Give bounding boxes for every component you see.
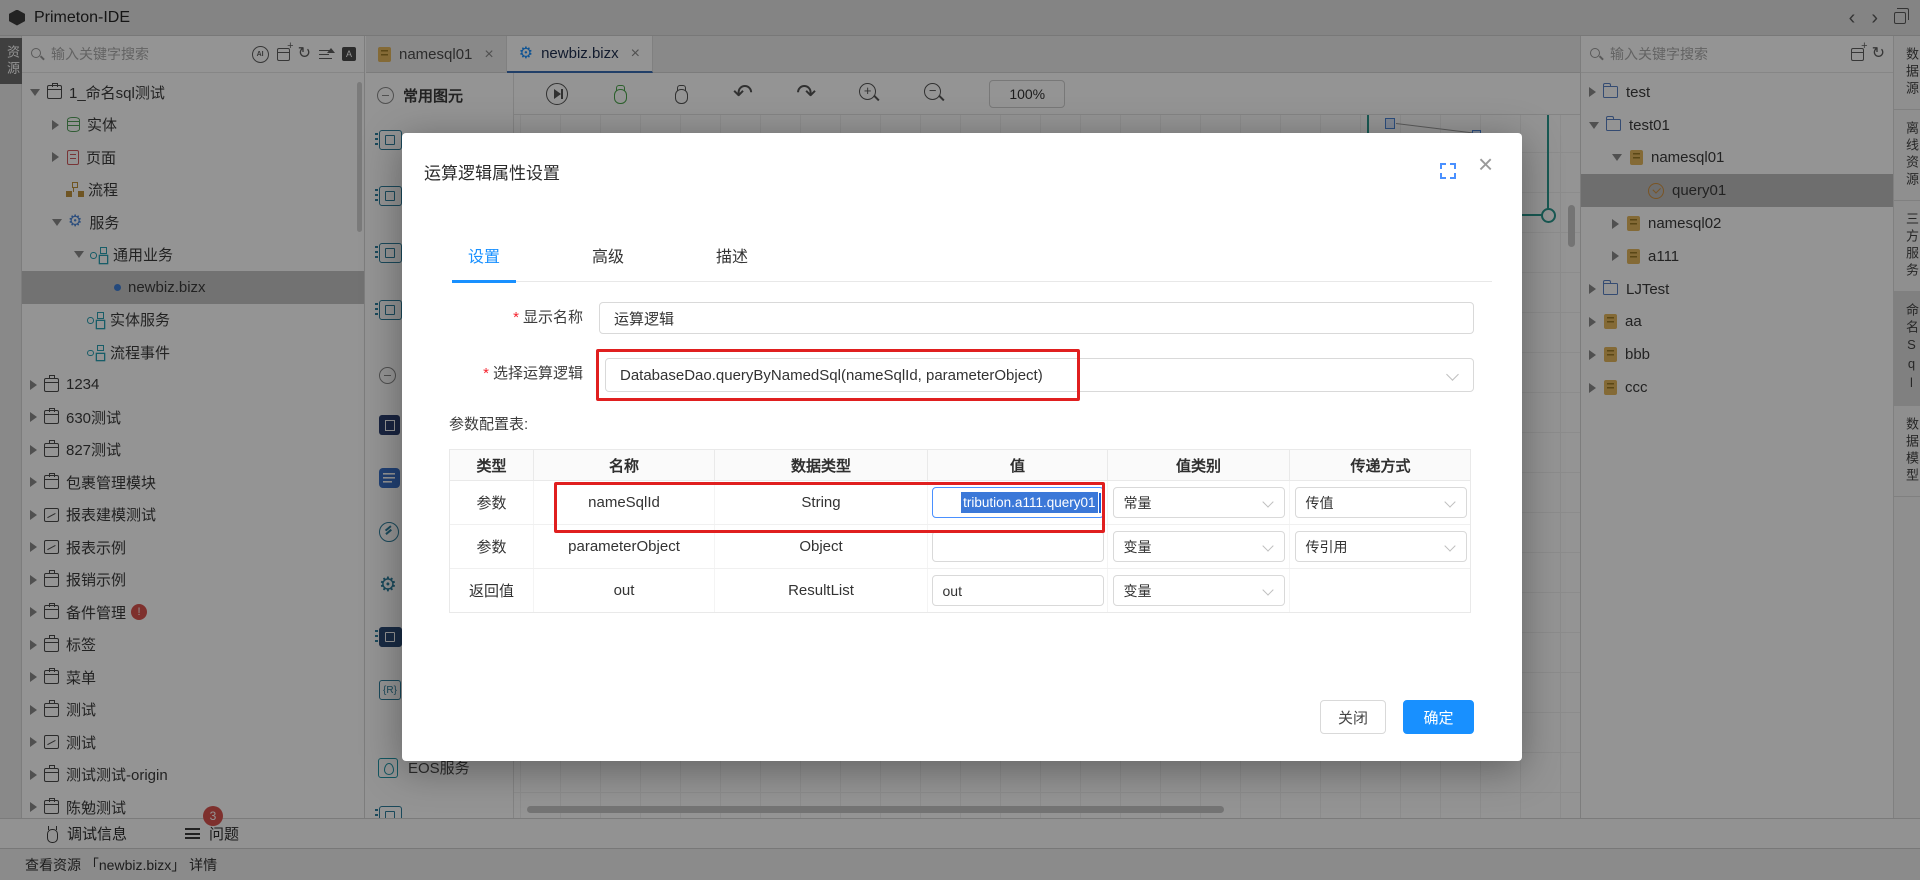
category-select[interactable]: 变量 [1113,531,1285,562]
param-table-header: 类型名称数据类型值值类别传递方式 [450,450,1470,481]
param-pass-cell: 传引用 [1290,525,1471,568]
tab-settings[interactable]: 设置 [452,243,516,281]
category-select[interactable]: 常量 [1113,487,1285,518]
dialog-expand-icon[interactable] [1440,163,1456,179]
app-window: Primeton-IDE ‹ › 资源 输入关键字搜索 AI ↻ A 1_命名s… [0,0,1920,880]
pass-select[interactable]: 传引用 [1295,531,1467,562]
annotation-box-row [554,482,1105,533]
param-header-cell: 数据类型 [715,450,928,480]
param-value-input[interactable]: out [932,575,1104,606]
category-select[interactable]: 变量 [1113,575,1285,606]
param-value-cell: out [928,569,1108,612]
dialog-tabs: 设置 高级 描述 [452,243,1492,282]
param-data_type-cell: ResultList [715,569,928,612]
param-header-cell: 类型 [450,450,534,480]
param-type-cell: 返回值 [450,569,534,612]
dialog-close-icon[interactable]: × [1478,151,1493,177]
param-category-cell: 变量 [1108,525,1290,568]
tab-description[interactable]: 描述 [700,243,764,281]
param-header-cell: 传递方式 [1290,450,1471,480]
close-button[interactable]: 关闭 [1320,700,1386,734]
param-type-cell: 参数 [450,481,534,524]
chevron-down-icon [1444,540,1455,551]
param-table-row: 返回值outResultListout变量 [450,569,1470,612]
param-header-cell: 名称 [534,450,715,480]
tab-advanced[interactable]: 高级 [576,243,640,281]
param-pass-cell [1290,569,1471,612]
param-table-caption: 参数配置表: [449,413,528,434]
param-name-cell: out [534,569,715,612]
logic-select-label: *选择运算逻辑 [402,357,583,391]
param-header-cell: 值 [928,450,1108,480]
chevron-down-icon [1446,368,1459,381]
ok-button[interactable]: 确定 [1403,700,1474,734]
annotation-box-logic [596,349,1080,401]
param-header-cell: 值类别 [1108,450,1290,480]
chevron-down-icon [1444,496,1455,507]
dialog-title: 运算逻辑属性设置 [424,159,560,184]
logic-properties-dialog: 运算逻辑属性设置 × 设置 高级 描述 *显示名称 运算逻辑 *选择运算逻辑 D… [402,133,1522,761]
param-type-cell: 参数 [450,525,534,568]
param-pass-cell: 传值 [1290,481,1471,524]
param-category-cell: 变量 [1108,569,1290,612]
chevron-down-icon [1262,584,1273,595]
pass-select[interactable]: 传值 [1295,487,1467,518]
param-category-cell: 常量 [1108,481,1290,524]
display-name-input[interactable]: 运算逻辑 [599,302,1474,334]
display-name-label: *显示名称 [402,301,583,335]
chevron-down-icon [1262,540,1273,551]
param-value-input[interactable] [932,531,1104,562]
chevron-down-icon [1262,496,1273,507]
